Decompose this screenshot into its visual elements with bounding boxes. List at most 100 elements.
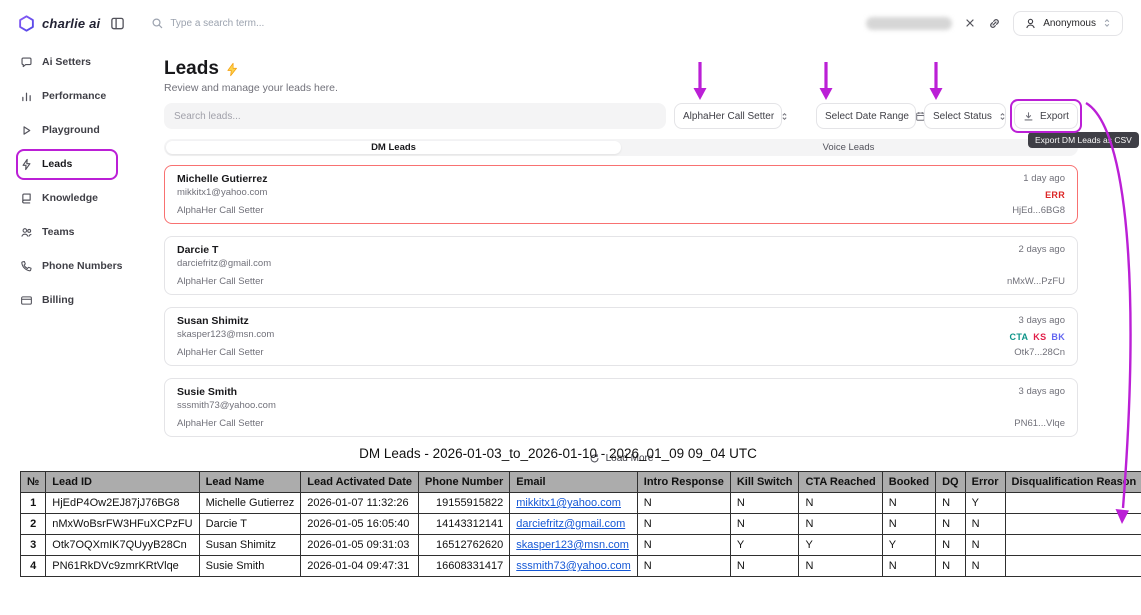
csv-cell: N	[935, 492, 966, 514]
csv-cell: N	[964, 534, 1006, 556]
logo-icon	[19, 14, 34, 32]
csv-cell: N	[964, 513, 1006, 535]
lead-setter: AlphaHer Call Setter	[177, 418, 264, 429]
link-icon[interactable]	[988, 17, 1001, 30]
csv-column-header: DQ	[935, 471, 966, 493]
leads-tabs: DM Leads Voice Leads	[164, 139, 1078, 156]
email-link[interactable]: skasper123@msn.com	[516, 539, 629, 551]
leads-search-input[interactable]	[164, 103, 666, 129]
lead-card[interactable]: Darcie T darciefritz@gmail.com AlphaHer …	[164, 236, 1078, 295]
csv-cell: 4	[19, 555, 47, 577]
sidebar-item-performance[interactable]: Performance	[10, 84, 138, 108]
export-tooltip: Export DM Leads as CSV	[1028, 132, 1139, 148]
csv-cell: N	[729, 555, 800, 577]
csv-cell: N	[935, 534, 966, 556]
search-icon	[152, 18, 163, 28]
exported-csv-section: DM Leads - 2026-01-03_to_2026-01-10 - 20…	[19, 446, 1141, 577]
setter-filter-dropdown[interactable]: AlphaHer Call Setter	[674, 103, 787, 129]
sidebar-item-ai-setters[interactable]: Ai Setters	[10, 50, 138, 74]
sidebar-item-label: Phone Numbers	[42, 260, 123, 272]
sidebar-item-billing[interactable]: Billing	[10, 288, 138, 312]
csv-header-row: № Lead ID Lead Name Lead Activated Date Phon…	[19, 471, 1141, 493]
page-title-text: Leads	[164, 58, 219, 79]
csv-cell: 1	[19, 492, 47, 514]
tab-voice-leads[interactable]: Voice Leads	[621, 141, 1076, 154]
email-link[interactable]: mikkitx1@yahoo.com	[516, 497, 621, 509]
chevrons-up-down-icon	[1104, 19, 1110, 27]
lead-meta: 1 day ago ERR HjEd...6BG8	[1012, 173, 1065, 216]
email-link[interactable]: sssmith73@yahoo.com	[516, 560, 631, 572]
csv-cell: darciefritz@gmail.com	[509, 513, 638, 535]
lead-card[interactable]: Susie Smith sssmith73@yahoo.com AlphaHer…	[164, 378, 1078, 437]
csv-cell: N	[935, 513, 966, 535]
tab-dm-leads[interactable]: DM Leads	[166, 141, 621, 154]
chat-bubble-icon	[21, 56, 32, 67]
table-row: 3 Otk7OQXmIK7QUyyB28Cn Susan Shimitz 2026-0…	[19, 534, 1141, 556]
csv-cell: N	[935, 555, 966, 577]
people-icon	[21, 227, 32, 237]
lead-status-badge: KS	[1033, 331, 1047, 342]
csv-cell: Y	[798, 534, 883, 556]
lead-name: Michelle Gutierrez	[177, 173, 268, 185]
sidebar-item-phone-numbers[interactable]: Phone Numbers	[10, 254, 138, 278]
sidebar-item-leads[interactable]: Leads	[10, 152, 138, 176]
app-logo: charlie ai	[18, 14, 101, 32]
lead-email: skasper123@msn.com	[177, 329, 275, 340]
lead-setter: AlphaHer Call Setter	[177, 205, 264, 216]
csv-cell: Susie Smith	[198, 555, 302, 577]
date-range-dropdown[interactable]: Select Date Range	[816, 103, 925, 129]
csv-cell: N	[881, 555, 937, 577]
csv-cell: N	[636, 513, 731, 535]
lead-card[interactable]: Michelle Gutierrez mikkitx1@yahoo.com Al…	[164, 165, 1078, 224]
csv-table-title: DM Leads - 2026-01-03_to_2026-01-10 - 20…	[359, 446, 757, 461]
lead-card[interactable]: Susan Shimitz skasper123@msn.com AlphaHe…	[164, 307, 1078, 366]
csv-cell: 2026-01-04 09:47:31	[300, 555, 420, 577]
topbar: charlie ai Type a search term... Anonymo…	[0, 0, 1141, 46]
lead-time: 2 days ago	[1018, 244, 1065, 255]
csv-cell: N	[798, 555, 883, 577]
csv-cell: PN61RkDVc9zmrKRtVlqe	[45, 555, 200, 577]
csv-column-header: Disqualification Reason	[1004, 471, 1141, 493]
csv-cell: skasper123@msn.com	[509, 534, 638, 556]
lead-time: 1 day ago	[1023, 173, 1065, 184]
global-search-input[interactable]	[170, 17, 351, 29]
user-menu-button[interactable]: Anonymous	[1013, 10, 1123, 36]
sidebar-toggle-icon[interactable]	[110, 16, 125, 31]
csv-cell: 16608331417	[418, 555, 511, 577]
credit-card-icon	[21, 295, 32, 305]
sidebar-item-playground[interactable]: Playground	[10, 118, 138, 142]
export-button-label: Export	[1040, 110, 1069, 122]
lead-time: 3 days ago	[1018, 386, 1065, 397]
csv-cell: 2026-01-07 11:32:26	[300, 492, 420, 514]
logo-text: charlie ai	[42, 15, 101, 31]
csv-cell: 2026-01-05 16:05:40	[300, 513, 420, 535]
setter-filter-value: AlphaHer Call Setter	[683, 110, 775, 122]
sidebar-item-knowledge[interactable]: Knowledge	[10, 186, 138, 210]
lead-badges: CTA KS BK	[1010, 332, 1065, 342]
table-row: 2 nMxWoBsrFW3HFuXCPzFU Darcie T 2026-01-05 …	[19, 513, 1141, 535]
csv-cell: mikkitx1@yahoo.com	[509, 492, 638, 514]
close-icon[interactable]	[964, 17, 976, 29]
export-button[interactable]: Export	[1014, 103, 1078, 129]
csv-cell: N	[636, 534, 731, 556]
lead-id: HjEd...6BG8	[1012, 205, 1065, 216]
chevrons-up-down-icon	[1000, 112, 1005, 120]
csv-cell: N	[881, 492, 937, 514]
csv-cell: Darcie T	[198, 513, 302, 535]
user-label: Anonymous	[1043, 17, 1096, 29]
lead-info: Susie Smith sssmith73@yahoo.com AlphaHer…	[177, 386, 276, 429]
lead-list: Michelle Gutierrez mikkitx1@yahoo.com Al…	[164, 165, 1078, 467]
csv-cell: Y	[729, 534, 800, 556]
lead-status-badge: ERR	[1045, 189, 1065, 200]
csv-cell: Michelle Gutierrez	[198, 492, 302, 514]
csv-cell: N	[729, 492, 800, 514]
leads-toolbar: AlphaHer Call Setter Select Date Range S…	[164, 103, 1078, 129]
email-link[interactable]: darciefritz@gmail.com	[516, 518, 625, 530]
csv-column-header: Intro Response	[636, 471, 731, 493]
status-filter-dropdown[interactable]: Select Status	[924, 103, 1006, 129]
book-icon	[22, 192, 31, 204]
sidebar-item-teams[interactable]: Teams	[10, 220, 138, 244]
csv-column-header: Kill Switch	[729, 471, 800, 493]
lead-name: Susie Smith	[177, 386, 238, 398]
csv-cell: N	[636, 492, 731, 514]
